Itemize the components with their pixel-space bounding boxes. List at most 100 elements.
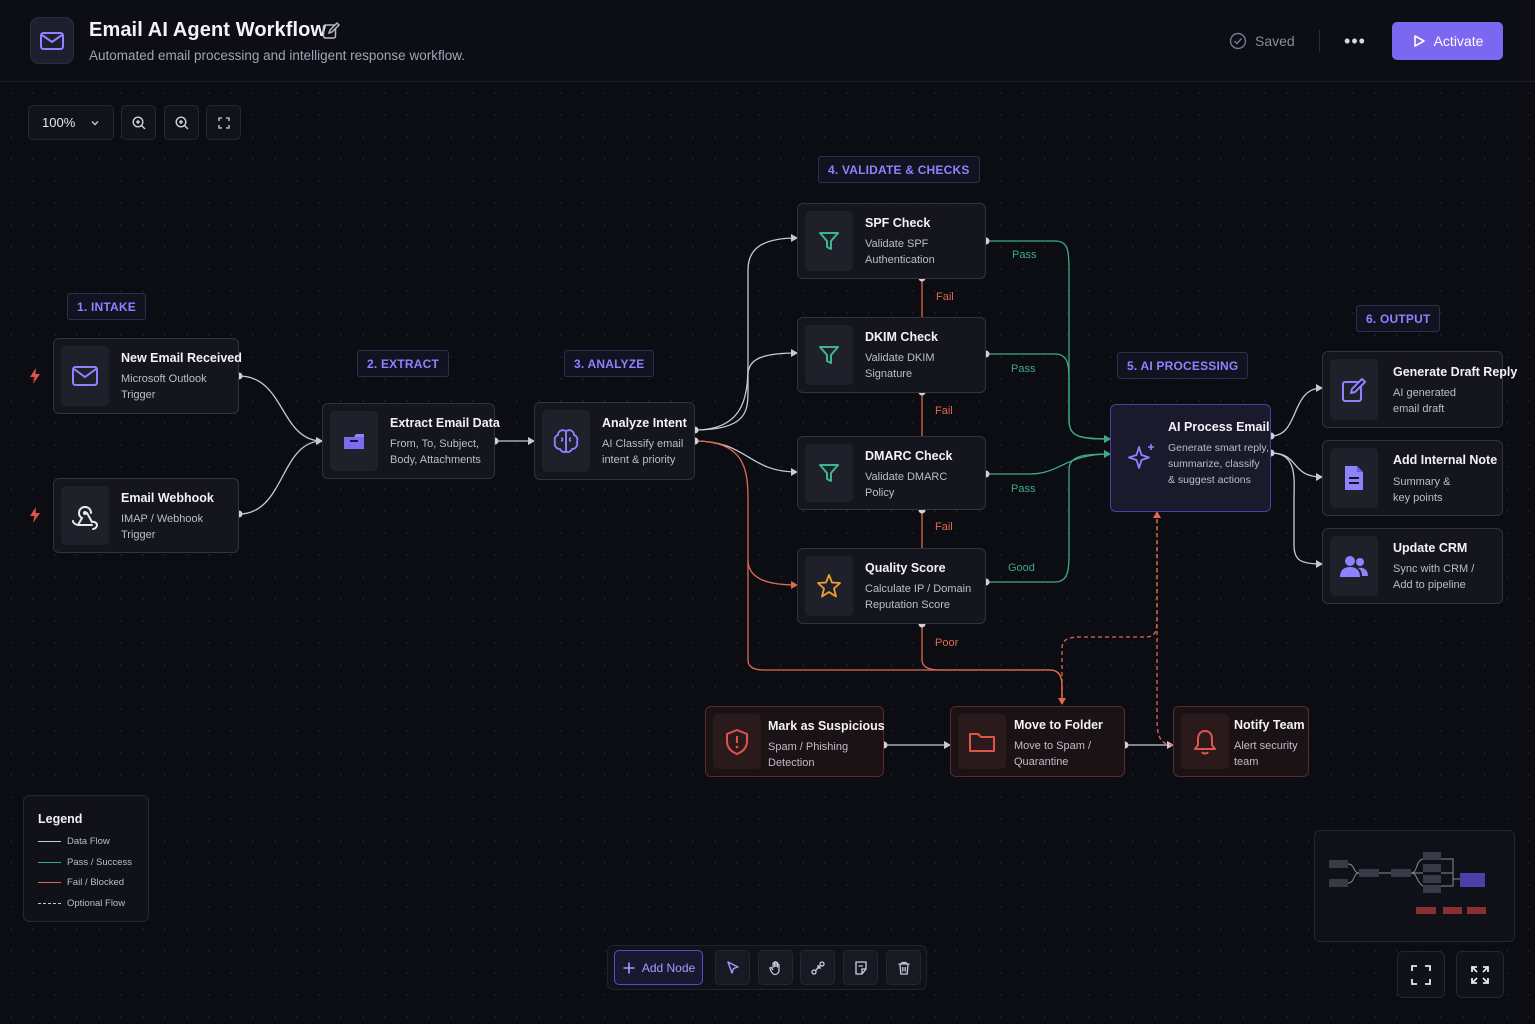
box-icon: [330, 411, 378, 471]
edge-label-poor: Poor: [935, 637, 959, 649]
webhook-icon: [61, 486, 109, 545]
activate-button[interactable]: Activate: [1392, 22, 1503, 60]
node-ai-process-email[interactable]: AI Process Email Generate smart reply, s…: [1110, 404, 1271, 512]
minimap[interactable]: [1314, 830, 1515, 942]
filter-icon: [805, 444, 853, 502]
saved-label: Saved: [1255, 33, 1295, 49]
node-mark-as-suspicious[interactable]: Mark as Suspicious Spam / Phishing Detec…: [705, 706, 885, 777]
node-title: Notify Team: [1234, 718, 1305, 732]
legend-item-pass: Pass / Success: [38, 857, 132, 868]
node-dmarc-check[interactable]: DMARC Check Validate DMARC Policy: [797, 436, 986, 510]
edge-label-pass: Pass: [1011, 363, 1036, 375]
plus-icon: [623, 962, 635, 973]
brain-icon: [542, 410, 590, 472]
add-node-button[interactable]: Add Node: [614, 950, 703, 985]
node-title: Generate Draft Reply: [1393, 365, 1518, 379]
node-move-to-folder[interactable]: Move to Folder Move to Spam / Quarantine: [950, 706, 1125, 777]
node-title: DMARC Check: [865, 449, 953, 463]
node-title: Extract Email Data: [390, 416, 500, 430]
trigger-bolt-icon: [30, 507, 40, 523]
node-title: New Email Received: [121, 351, 242, 365]
zoom-in-icon: [131, 115, 145, 129]
expand-icon: [1471, 965, 1489, 984]
filter-icon: [805, 325, 853, 385]
zoom-out-icon: [174, 115, 188, 129]
page-subtitle: Automated email processing and intellige…: [89, 48, 465, 63]
section-label-extract: 2. EXTRACT: [357, 350, 450, 377]
node-description: From, To, Subject, Body, Attachments: [390, 438, 481, 466]
users-icon: [1330, 536, 1378, 596]
node-description: Summary & key points: [1393, 476, 1451, 504]
node-description: AI generated email draft: [1393, 387, 1456, 415]
header: Email AI Agent Workflow Automated email …: [0, 0, 1535, 82]
focus-icon: [1411, 964, 1431, 985]
node-title: Add Internal Note: [1393, 453, 1498, 467]
fit-screen-button[interactable]: [1397, 951, 1445, 998]
fit-view-button[interactable]: [206, 105, 241, 140]
legend-label: Data Flow: [67, 836, 110, 847]
node-update-crm[interactable]: Update CRM Sync with CRM / Add to pipeli…: [1322, 528, 1503, 604]
folder-icon: [958, 714, 1006, 769]
legend-label: Fail / Blocked: [67, 877, 125, 888]
chevron-down-icon: [91, 121, 99, 126]
zoom-in-button[interactable]: [121, 105, 156, 140]
delete-button[interactable]: [886, 950, 921, 985]
node-title: Update CRM: [1393, 541, 1468, 555]
node-title: SPF Check: [865, 216, 931, 230]
edit-title-icon[interactable]: [321, 21, 341, 41]
pointer-icon: [726, 960, 739, 974]
legend-item-optional: Optional Flow: [38, 898, 125, 909]
node-generate-draft-reply[interactable]: Generate Draft Reply AI generated email …: [1322, 351, 1517, 428]
node-title: Move to Folder: [1014, 718, 1103, 732]
hand-icon: [768, 960, 780, 975]
pan-tool-button[interactable]: [758, 950, 793, 985]
legend-swatch: [38, 841, 61, 842]
fit-view-icon: [217, 116, 230, 129]
node-email-webhook[interactable]: Email Webhook IMAP / Webhook Trigger: [53, 478, 239, 553]
zoom-value: 100%: [42, 115, 76, 130]
connect-icon: [810, 960, 825, 975]
node-title: Email Webhook: [121, 491, 214, 505]
header-divider: [1319, 30, 1320, 52]
page-title: Email AI Agent Workflow: [89, 19, 327, 41]
node-analyze-intent[interactable]: Analyze Intent AI Classify email intent …: [534, 402, 695, 480]
legend: Legend Data Flow Pass / Success Fail / B…: [23, 795, 149, 922]
activate-label: Activate: [1433, 33, 1484, 49]
fullscreen-button[interactable]: [1456, 951, 1504, 998]
edge-label-fail: Fail: [935, 405, 953, 417]
node-description: Microsoft Outlook Trigger: [121, 373, 207, 401]
trash-icon: [898, 961, 909, 975]
node-description: Alert security team: [1234, 740, 1298, 768]
node-description: AI Classify email intent & priority: [602, 438, 684, 466]
node-quality-score[interactable]: Quality Score Calculate IP / Domain Repu…: [797, 548, 986, 624]
legend-item-data-flow: Data Flow: [38, 836, 110, 847]
zoom-out-button[interactable]: [164, 105, 199, 140]
shield-alert-icon: [713, 714, 761, 769]
legend-label: Pass / Success: [67, 857, 132, 868]
sticky-note-button[interactable]: [843, 950, 878, 985]
saved-status: Saved: [1229, 32, 1295, 50]
node-dkim-check[interactable]: DKIM Check Validate DKIM Signature: [797, 317, 986, 393]
node-extract-email-data[interactable]: Extract Email Data From, To, Subject, Bo…: [322, 403, 500, 479]
node-new-email-received[interactable]: New Email Received Microsoft Outlook Tri…: [53, 338, 242, 414]
node-description: IMAP / Webhook Trigger: [121, 513, 204, 541]
node-title: DKIM Check: [865, 330, 938, 344]
legend-title: Legend: [38, 812, 83, 826]
node-description: Validate DKIM Signature: [865, 352, 935, 380]
node-title: Mark as Suspicious: [768, 719, 885, 733]
node-spf-check[interactable]: SPF Check Validate SPF Authentication: [797, 203, 986, 279]
zoom-select[interactable]: 100%: [28, 105, 114, 140]
connect-tool-button[interactable]: [800, 950, 835, 985]
node-notify-team[interactable]: Notify Team Alert security team: [1173, 706, 1309, 777]
edge-label-fail: Fail: [935, 521, 953, 533]
node-description: Calculate IP / Domain Reputation Score: [865, 583, 972, 611]
node-add-internal-note[interactable]: Add Internal Note Summary & key points: [1322, 440, 1503, 516]
more-options-button[interactable]: •••: [1340, 28, 1370, 54]
filter-icon: [805, 211, 853, 271]
node-description: Spam / Phishing Detection: [768, 741, 849, 769]
workflow-canvas[interactable]: [0, 82, 1535, 1024]
note-icon: [854, 960, 867, 975]
section-label-output: 6. OUTPUT: [1356, 305, 1441, 332]
select-tool-button[interactable]: [715, 950, 750, 985]
edge-label-good: Good: [1008, 562, 1035, 574]
